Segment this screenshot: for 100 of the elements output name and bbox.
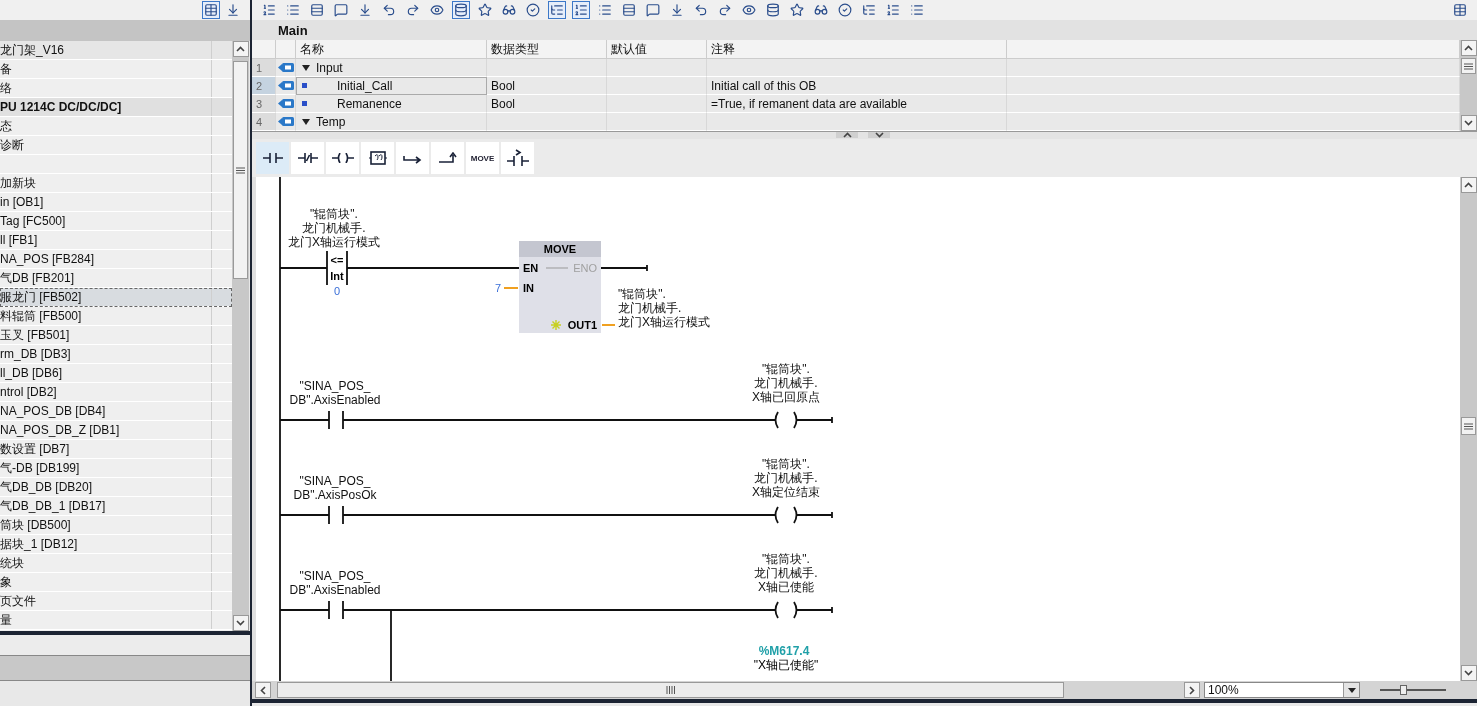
rung-wire	[279, 609, 330, 611]
instruction-button[interactable]	[256, 142, 289, 174]
coil-symbol[interactable]	[774, 506, 798, 524]
scroll-up-button[interactable]	[232, 41, 249, 57]
database-icon[interactable]	[764, 1, 782, 19]
pin-label: IN	[523, 282, 534, 294]
collapse-up-button[interactable]	[836, 132, 858, 138]
box-title: MOVE	[543, 243, 577, 255]
comment-icon[interactable]	[332, 1, 350, 19]
dropdown-button[interactable]	[1343, 683, 1359, 697]
chevron-up-icon	[842, 132, 852, 138]
input-wire	[503, 287, 519, 289]
tree-icon[interactable]	[548, 1, 566, 19]
numbered-list-icon[interactable]	[572, 1, 590, 19]
row-number[interactable]: 1	[252, 59, 276, 77]
star-icon[interactable]	[476, 1, 494, 19]
zoom-dropdown[interactable]: 100%	[1204, 682, 1360, 698]
operand-label: "辊筒块". 龙门机械手. X轴已回原点	[752, 362, 820, 404]
row-number[interactable]: 2	[252, 77, 276, 95]
instruction-button[interactable]	[291, 142, 324, 174]
column-header[interactable]: 数据类型	[487, 40, 607, 59]
table-icon[interactable]	[1451, 1, 1469, 19]
expand-triangle-icon[interactable]	[302, 117, 310, 126]
column-header[interactable]: 名称	[296, 40, 487, 59]
database-icon[interactable]	[452, 1, 470, 19]
contact-symbol[interactable]	[328, 505, 344, 525]
chevron-down-icon	[236, 620, 245, 626]
scroll-thumb[interactable]	[277, 682, 1064, 698]
block-title: Main	[278, 22, 308, 38]
rung-end-wire	[600, 264, 648, 272]
instruction-button[interactable]	[501, 142, 534, 174]
instruction-button[interactable]: MOVE	[466, 142, 499, 174]
header-cell	[252, 40, 276, 59]
expand-down-button[interactable]	[868, 132, 890, 138]
scroll-up-button[interactable]	[1460, 177, 1477, 193]
rows-icon[interactable]	[308, 1, 326, 19]
check-icon[interactable]	[524, 1, 542, 19]
scroll-down-button[interactable]	[1460, 665, 1477, 681]
coil-symbol[interactable]	[774, 601, 798, 619]
parameter-icon	[278, 62, 294, 73]
row-number[interactable]: 4	[252, 113, 276, 131]
column-header[interactable]: 默认值	[607, 40, 707, 59]
data-type: Bool	[491, 78, 516, 93]
move-box[interactable]	[519, 241, 601, 333]
pin-label: EN	[523, 262, 539, 274]
operand-label: "辊筒块". 龙门机械手. X轴定位结束	[752, 457, 820, 499]
expand-triangle-icon[interactable]	[302, 63, 310, 72]
grip-icon	[236, 166, 245, 174]
row-number[interactable]: 3	[252, 95, 276, 113]
scroll-down-button[interactable]	[1460, 115, 1477, 131]
operand-label: "SINA_POS_ DB".AxisEnabled	[289, 569, 381, 597]
rung-wire	[279, 267, 328, 269]
rows-icon[interactable]	[620, 1, 638, 19]
slider-thumb[interactable]	[1400, 685, 1408, 695]
comment-text: =True, if remanent data are available	[711, 96, 907, 111]
parameter-name: Remanence	[337, 96, 402, 111]
check-icon[interactable]	[836, 1, 854, 19]
scroll-right-button[interactable]	[1184, 682, 1200, 698]
contact-symbol[interactable]	[328, 410, 344, 430]
chevron-up-icon	[236, 46, 245, 52]
instruction-button[interactable]	[431, 142, 464, 174]
rung-end-wire	[796, 511, 833, 519]
compare-contact[interactable]	[326, 250, 348, 286]
operand-label: "辊筒块". 龙门机械手. X轴已使能	[754, 552, 818, 594]
instruction-button[interactable]	[326, 142, 359, 174]
scroll-left-button[interactable]	[255, 682, 271, 698]
comment-text: Initial call of this OB	[711, 78, 817, 93]
contact-symbol[interactable]	[328, 600, 344, 620]
value-label: 0	[333, 285, 341, 297]
operand-label: "SINA_POS_ DB".AxisPosOk	[293, 474, 377, 502]
rung-wire	[279, 514, 330, 516]
star-icon[interactable]	[788, 1, 806, 19]
asterisk-icon	[550, 319, 562, 331]
column-header[interactable]: 注释	[707, 40, 1007, 59]
instruction-button[interactable]	[396, 142, 429, 174]
grip-icon	[1464, 422, 1473, 430]
empty-box-icon	[368, 150, 387, 166]
chevron-down-icon	[1464, 120, 1473, 126]
scroll-down-button[interactable]	[232, 615, 249, 631]
instruction-button[interactable]	[361, 142, 394, 174]
data-type: Bool	[491, 96, 516, 111]
close-branch-icon	[437, 152, 458, 164]
pin-label: ENO	[573, 262, 597, 274]
compare-contact-icon	[506, 149, 529, 167]
rung-wire	[279, 419, 330, 421]
variable-icon	[302, 101, 307, 106]
output-wire	[601, 324, 616, 326]
scroll-up-button[interactable]	[1460, 40, 1477, 56]
scroll-thumb[interactable]	[1461, 417, 1476, 435]
parameter-icon	[278, 98, 294, 109]
parameter-icon	[278, 116, 294, 127]
chevron-down-icon	[874, 132, 884, 138]
chevron-down-icon	[1464, 670, 1473, 676]
scroll-thumb[interactable]	[233, 61, 248, 279]
table-icon[interactable]	[202, 1, 220, 19]
operand-label: "X轴已使能"	[753, 658, 819, 672]
coil-symbol[interactable]	[774, 411, 798, 429]
coil-icon	[331, 153, 354, 163]
scroll-thumb[interactable]	[1461, 58, 1476, 74]
comment-icon[interactable]	[644, 1, 662, 19]
